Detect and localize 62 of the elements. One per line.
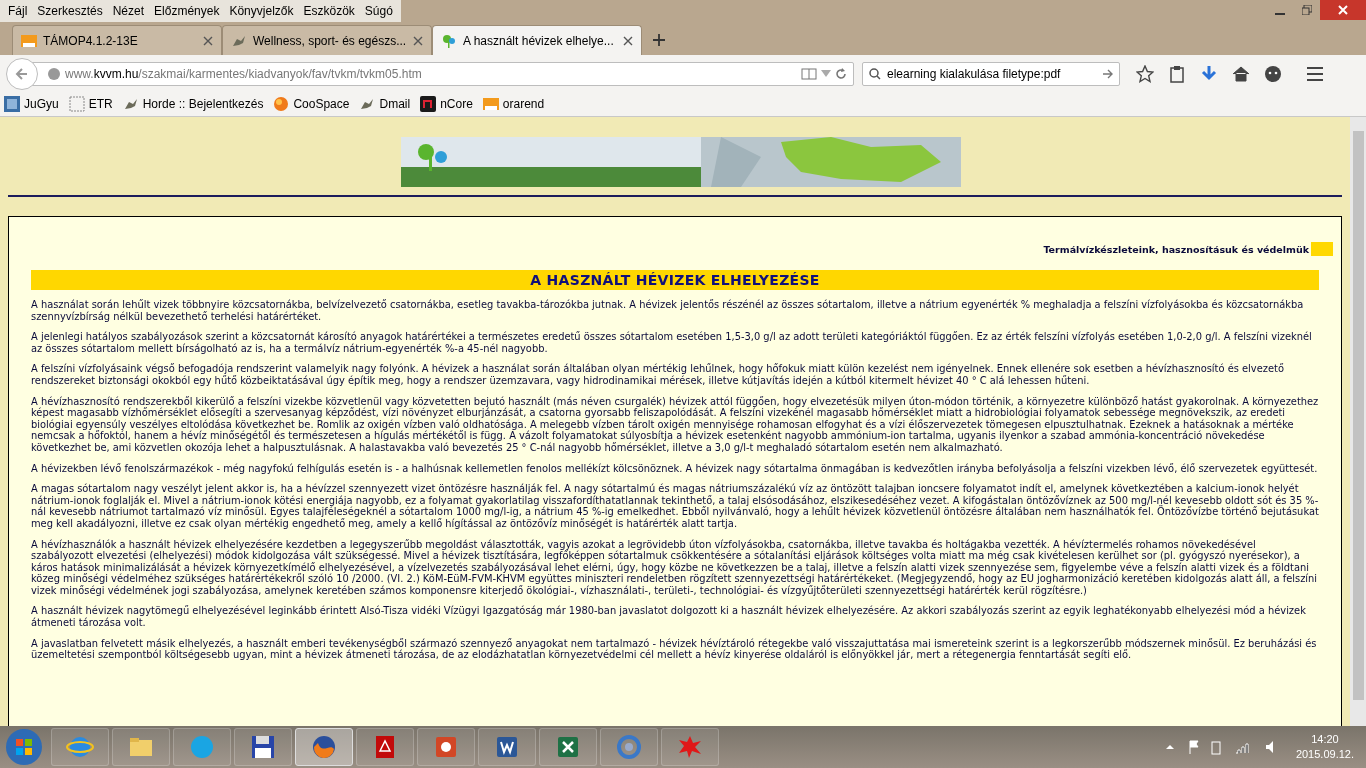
n-logo-icon xyxy=(420,96,437,112)
clipboard-icon[interactable] xyxy=(1168,64,1186,83)
browser-tab[interactable]: TÁMOP4.1.2-13E xyxy=(12,25,222,55)
back-arrow-icon xyxy=(15,66,29,81)
minimize-icon xyxy=(1274,13,1285,15)
paragraph: A javaslatban felvetett másik elhelyezés, a használt emberi tevékenységből származó szennyező anyagokat nem tartalmazó - hévizek hévíztároló rétegekbe való visszajuttatása mai ismereteink szerint is a legkorszerűbb módszernek minősül. Ez beruházási és üzemeltetési szempontból költségesebb ugyan, mint a hévizek átmeneti tározása, de az elodázhatatlan környezetvédelmi cél mellett a hévíz kinyerése oldaláról is előnyökkel jár, mert a rétegenergia fenntartását segíti elő. xyxy=(31,637,1318,661)
download-icon[interactable] xyxy=(1200,64,1218,83)
browser-icon xyxy=(310,733,338,761)
new-tab-icon[interactable] xyxy=(652,33,666,47)
close-icon[interactable] xyxy=(623,35,633,46)
close-icon[interactable] xyxy=(413,35,423,46)
logo-icon xyxy=(482,96,499,112)
blank-page-icon xyxy=(68,96,85,112)
paragraph: A magas sótartalom nagy veszélyt jelent akkor is, ha a hévízzel szennyezett vizet öntözésre használják fel. A nagy sótartalmú és magas nátriumszázalékú víz az öntözött talajban ioncsere folyamatot indít el, amelynek következtében a kalcium-ionok helyét nátrium-ionok foglalják el. Mivel a nátrium-ionok kötési energiája nagyobb, ez a folyamat gyakorlatilag visszafordíthatatlannak tekinthető, a talaj elsósodásához, elszikesedéséhez vezet. A kifogástalan öntözővíznek az 500 mg/l-nél kevesebb oldott sót és 35 %-nál kevesebb nátriumot tartalmazó víz minősül. Egyes talajféleségeknél a sótartalom 1000 mg/l-ig, a nátrium 45 %-ig emelkedhet. Ebből nyilvánvaló, hogy a lehűlt hévizek közvetlenül öntözésre általában nem használhatók fel. Öntözővízbe történő bejutásukat meg kell akadályozni, illetve ez csak olyan mértékig engedhető meg, amely a kellő hígítással az öntözővíz minőségét is határérték alatt tartja. xyxy=(31,483,1319,530)
menu-item[interactable]: Súgó xyxy=(360,4,397,18)
home-icon[interactable] xyxy=(1232,64,1250,83)
bookmark[interactable]: orarend xyxy=(482,96,545,112)
paragraph: A felszíni vízfolyásaink végső befogadója rendszerint valamelyik nagy folyónk. A hévizek a használat során általában olyan mértékig lehűlnek, hogy hőfokuk miatt külön kezelést nem igényelnek. Ennek ellenére sok esetben a hévízhasznosító és elvezető rendszereket biztonsági okokból egy hűtő közbeiktatásával úgy építik meg, hogy a rendszer üzemzavara, vagy hidrodinamikai mérések, illetve kútjavítás idején a kútból kitermelt hévizet 40 ° C alá lehessen hűteni. xyxy=(31,363,1285,387)
orb-icon xyxy=(273,96,290,112)
bookmark[interactable]: ETR xyxy=(68,96,113,112)
paragraph: A használt hévizek nagytömegű elhelyezésével leginkább érintett Alsó-Tisza vidéki Vízügyi Igazgatóság már 1980-ban javaslatot dolgozott ki a használt hévizek elhelyezésére. Az akkori szabályozás szerint az egyik leghatékonyabb elhelyezési mód a hévizek átmeneti tározása volt. xyxy=(31,605,1307,629)
logo-icon xyxy=(21,32,37,49)
bookmark[interactable]: nCore xyxy=(420,96,473,112)
start-button[interactable] xyxy=(4,727,44,767)
menu-item[interactable]: Előzmények xyxy=(150,4,224,18)
clock: 14:20 2015.09.12. xyxy=(1295,732,1354,762)
star-icon[interactable] xyxy=(1136,64,1154,83)
close-button[interactable] xyxy=(1320,0,1366,20)
marker-icon xyxy=(1311,242,1333,256)
close-icon[interactable] xyxy=(203,35,213,46)
paragraph: A jelenlegi hatályos szabályozások szerint a közcsatornát károsító anyagok határértékei a természetes eredetű összes sótartalom esetében 1,5-3,0 g/l az adott területi kategóriáktól függően. Ez az érték felszíni vízfolyás esetében 1,0-2,0 g/l. A felszíni vizeknél az összes sótartalom mellett bírságolható az is, ha a termálvíz nátrium-egyenérték %-a 45-nél nagyobb. xyxy=(31,331,1313,355)
paragraph: A használat során lehűlt vizek többnyire közcsatornákba, belvízelvezető csatornákba, esetleg tavakba-tározókba jutnak. A hévizek jelentős részénél az összes sótartalom, illetve a nátrium egyenérték % meghaladja a felszíni vízfolyásokba és közcsatornákba szennyvízbírság nélkül bevezethető terhelési határértéket. xyxy=(31,299,1305,323)
page-heading: A HASZNÁLT HÉVIZEK ELHELYEZÉSE xyxy=(31,270,1319,290)
restore-icon xyxy=(1301,5,1312,15)
paragraph: A hévizekben lévő fenolszármazékok - még nagyfokú felhígulás esetén is - a halhúsnak kellemetlen fenolos mellékízt kölcsönöznek. A hévizek nagy sótartalma önmagában is kedvezőtlen irányba befolyásolja a felszíni vizekben lévő, élő szervezetek együttesét. xyxy=(31,462,1319,475)
menu-item[interactable]: Fájl xyxy=(4,4,32,18)
close-icon xyxy=(1338,5,1348,15)
menu-item[interactable]: Könyvjelzők xyxy=(225,4,298,18)
section-link[interactable]: Termálvízkészleteink, hasznosításuk és védelmük xyxy=(1043,243,1309,255)
bookmark[interactable]: Dmail xyxy=(359,96,411,112)
tile-icon xyxy=(4,96,20,112)
bookmark[interactable]: Horde :: Bejelentkezés xyxy=(122,96,264,112)
browser-tab[interactable]: Wellness, sport- és egészs... xyxy=(222,25,432,55)
search-icon xyxy=(869,67,881,80)
browser-tab[interactable]: A használt hévizek elhelye... xyxy=(432,25,642,55)
leaf-icon xyxy=(441,32,457,49)
search-field[interactable]: elearning kialakulása filetype:pdf xyxy=(862,61,1120,86)
bookmark[interactable]: JuGyu xyxy=(4,96,59,112)
menu-item[interactable]: Szerkesztés xyxy=(33,4,107,18)
back-button[interactable] xyxy=(6,57,38,90)
scrollbar[interactable] xyxy=(1350,117,1366,726)
reader-icon[interactable] xyxy=(801,67,817,80)
paragraph: A hévízhasznosító rendszerekből kikerülő a felszíni vizekbe közvetlenül vagy közvetetten bejutó használt (más néven csurgalék) hévizek attól függően, hogy elvezetésük milyen úton-módon történik, a környezetre különböző hatást gyakorolnak. A környezethez képest magasabb vízhőmérséklet elősegíti a szervesanyag képződést, vízi növényzet elburjánzását, a csatorna gyorsabb feliszapolódását. A felszíni vizekénél magasabb hőmérséklet miatt a hidrobiológiai folyamatok sebessége megnövekszik, az eredeti biológiai egyensúly veszélyes eltolódása következhet be. Romlik az oxigén vízben való oldhatósága. A melegebb vízben tárolt oxigén mennyisége rohamosan elfogyhat és a vízi élőszervezetek tömegesen elpusztulhatnak. Ezeknek a hatásoknak a mértéke nemcsak a hőfoktól, hanem a hévíz minőségétől és természetesen a hígulás mértékétől is függ. A vázolt folyamatokat súlyosbítja a hévizek esetenként nagyobb ammónium-ion tartalma, ugyanis ilyenkor a szabad ammónia-koncentráció növekedése következhet be, ami közvetlen okozója lehet a halpusztulásnak. A halastavakba való bevezetés 25 ° C-nál nagyobb hőmérséklet, illetve a 3,0 g/l-t meghaladó sótartalom esetén nem alkalmazható. xyxy=(31,395,1319,454)
menu-icon[interactable] xyxy=(1306,64,1324,83)
dropdown-icon[interactable] xyxy=(821,69,831,78)
arrow-icon[interactable] xyxy=(1103,68,1113,79)
taskbar-button[interactable] xyxy=(295,728,353,766)
menu-item[interactable]: Nézet xyxy=(108,4,149,18)
bookmark[interactable]: CooSpace xyxy=(273,96,350,112)
reload-icon[interactable] xyxy=(835,67,847,80)
menu-item[interactable]: Eszközök xyxy=(299,4,359,18)
paragraph: A hévízhasználók a használt hévizek elhelyezésére kezdetben a legegyszerűbb megoldást választották, vagyis azokat a legrövidebb úton vízfolyásokba, csatornákba, illetve tavakba és holtágakba vezették. A hévíztermelés rohamos növekedésével szabályozott elvezetési (elhelyezési) módok kidolgozása vált szükségessé. Mivel a hévizek tisztítására, legfőképpen sótartalmuk csökkentésére a sótalanítási eljárások költséges volta miatt ma még csak kivételesen kerülhet sor (pl. gyógyszó nyerésekor), a káros hatások minimalizálását a hévizek környezetkímélő elhelyezésével, a vízelvezetés szabályozásával lehet elérni, úgy, hogy közbe ne következzen be a talaj, illetve a felszín alatti vizek szennyezése sem, figyelembe véve a felszín alatti vizek és a földtani közeg minőségi védelméhez szükséges határértékekről szóló 10 /2000. (VI. 2.) KöM-EüM-FVM-KHVM együttes miniszteri rendeletben rögzített szennyezettségi határértékeket. (Megjegyzendő, hogy az EU jogharmonizáció keretében kidolgozás alatt áll, a felszíni vizek minőségi védelmének jogi szabályozása, amelynek keretében számos komponensre kiterjedő ökológiai-, vízhasználati-, területi-, technológiai- és vízgyűjtőterületi szennyezettségi határérték kerül rögzítésre.) xyxy=(31,538,1319,597)
